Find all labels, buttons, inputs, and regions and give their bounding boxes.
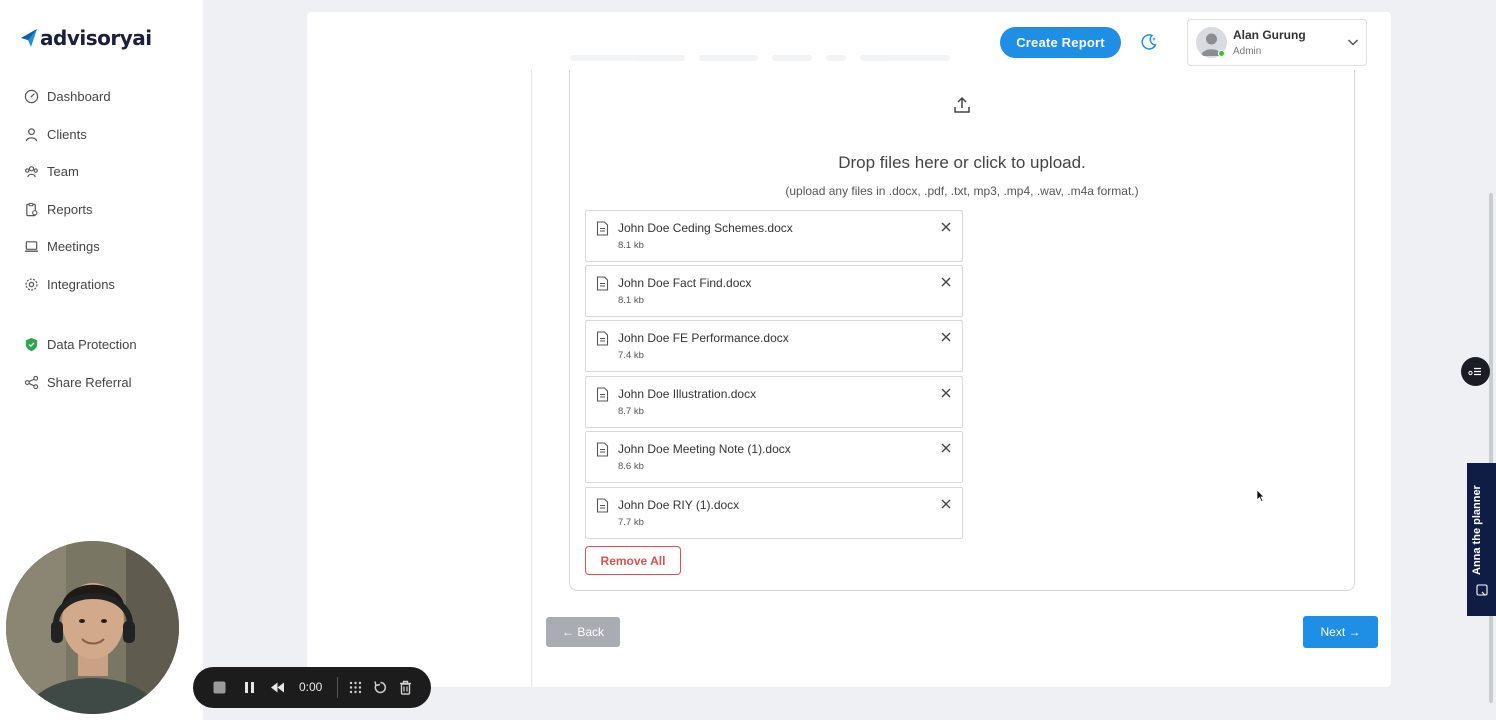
document-icon — [596, 276, 609, 291]
remove-file-close-icon[interactable] — [940, 331, 952, 343]
sidebar-item-meetings[interactable]: Meetings — [24, 228, 137, 266]
team-icon — [25, 166, 38, 178]
reports-icon — [26, 202, 38, 216]
dashboard-icon — [24, 90, 39, 104]
brand-name: advisoryai — [40, 26, 152, 50]
recording-time: 0:00 — [299, 680, 323, 694]
trash-icon[interactable] — [397, 679, 414, 696]
upload-icon — [954, 96, 970, 113]
sidebar-item-label: Integrations — [47, 276, 115, 292]
remove-file-close-icon[interactable] — [940, 221, 952, 233]
stop-icon[interactable] — [211, 679, 228, 696]
shield-icon — [25, 338, 38, 352]
sidebar-item-team[interactable]: Team — [24, 153, 137, 191]
checklist-icon — [1468, 367, 1481, 376]
recording-toolbar: 0:00 — [193, 667, 431, 708]
document-icon — [596, 221, 609, 236]
drag-handle-icon[interactable] — [347, 679, 364, 696]
sidebar-item-share-referral[interactable]: Share Referral — [24, 364, 137, 402]
file-name: John Doe RIY (1).docx — [618, 498, 740, 512]
file-size: 8.1 kb — [618, 295, 644, 306]
sidebar-item-data-protection[interactable]: Data Protection — [24, 326, 137, 364]
sidebar-item-label: Reports — [47, 201, 93, 217]
sidebar-item-dashboard[interactable]: Dashboard — [24, 78, 137, 116]
sidebar-item-label: Data Protection — [47, 337, 137, 353]
restart-icon[interactable] — [372, 679, 389, 696]
file-item: John Doe Fact Find.docx 8.1 kb — [585, 265, 963, 317]
share-icon — [24, 375, 39, 389]
chat-icon — [1476, 584, 1488, 596]
dark-mode-toggle-icon[interactable] — [1139, 32, 1159, 52]
sidebar-item-label: Dashboard — [47, 89, 111, 105]
webcam-overlay — [6, 541, 179, 714]
remove-all-button[interactable]: Remove All — [585, 546, 681, 575]
file-item: John Doe Illustration.docx 8.7 kb — [585, 376, 963, 428]
document-icon — [596, 331, 609, 346]
file-size: 7.7 kb — [618, 517, 644, 528]
toolbar-divider — [337, 677, 338, 698]
floating-menu-button[interactable] — [1461, 357, 1490, 386]
user-menu[interactable]: Alan Gurung Admin — [1187, 19, 1367, 66]
file-name: John Doe Meeting Note (1).docx — [618, 442, 791, 456]
faded-step-bar — [570, 55, 950, 67]
sidebar-item-clients[interactable]: Clients — [24, 116, 137, 154]
document-icon — [596, 498, 609, 513]
dropzone-title: Drop files here or click to upload. — [838, 153, 1086, 172]
presenter-video-icon — [6, 541, 179, 714]
pause-icon[interactable] — [241, 679, 258, 696]
file-name: John Doe Ceding Schemes.docx — [618, 221, 793, 235]
panel-divider — [531, 70, 532, 687]
sidebar-item-integrations[interactable]: Integrations — [24, 266, 137, 304]
chevron-down-icon — [1347, 39, 1359, 46]
file-item: John Doe Meeting Note (1).docx 8.6 kb — [585, 431, 963, 483]
remove-file-close-icon[interactable] — [940, 276, 952, 288]
mouse-cursor-icon — [1256, 489, 1265, 502]
file-name: John Doe Illustration.docx — [618, 387, 757, 401]
laptop-icon — [24, 241, 39, 253]
sidebar-item-label: Meetings — [47, 239, 100, 255]
document-icon — [596, 442, 609, 457]
file-name: John Doe FE Performance.docx — [618, 331, 789, 345]
file-size: 8.6 kb — [618, 461, 644, 472]
sidebar-item-label: Clients — [47, 126, 87, 142]
create-report-button[interactable]: Create Report — [1000, 27, 1121, 58]
sidebar-nav: Dashboard Clients Team Reports Meetings … — [24, 78, 137, 401]
next-button[interactable]: Next → — [1303, 616, 1378, 648]
back-button[interactable]: ← Back — [546, 617, 620, 647]
sidebar-item-label: Team — [47, 164, 79, 180]
dropzone-subtitle: (upload any files in .docx, .pdf, .txt, … — [785, 184, 1139, 198]
file-name: John Doe Fact Find.docx — [618, 276, 752, 290]
document-icon — [596, 387, 609, 402]
rewind-icon[interactable] — [269, 679, 286, 696]
online-status-dot — [1218, 50, 1225, 57]
file-item: John Doe RIY (1).docx 7.7 kb — [585, 487, 963, 539]
remove-file-close-icon[interactable] — [940, 387, 952, 399]
file-size: 8.7 kb — [618, 406, 644, 417]
file-item: John Doe FE Performance.docx 7.4 kb — [585, 320, 963, 372]
logo-mark-icon — [21, 29, 37, 47]
file-size: 8.1 kb — [618, 240, 644, 251]
sidebar-item-reports[interactable]: Reports — [24, 191, 137, 229]
page-scrollbar[interactable] — [1489, 193, 1493, 703]
brand-logo[interactable]: advisoryai — [20, 26, 152, 50]
gear-icon — [25, 278, 38, 291]
user-name: Alan Gurung — [1233, 28, 1306, 42]
user-role: Admin — [1233, 46, 1262, 57]
file-item: John Doe Ceding Schemes.docx 8.1 kb — [585, 210, 963, 262]
user-icon — [25, 128, 38, 142]
sidebar-item-label: Share Referral — [47, 374, 132, 390]
remove-file-close-icon[interactable] — [940, 498, 952, 510]
file-size: 7.4 kb — [618, 350, 644, 361]
remove-file-close-icon[interactable] — [940, 442, 952, 454]
planner-tab-label: Anna the planner — [1471, 485, 1483, 575]
